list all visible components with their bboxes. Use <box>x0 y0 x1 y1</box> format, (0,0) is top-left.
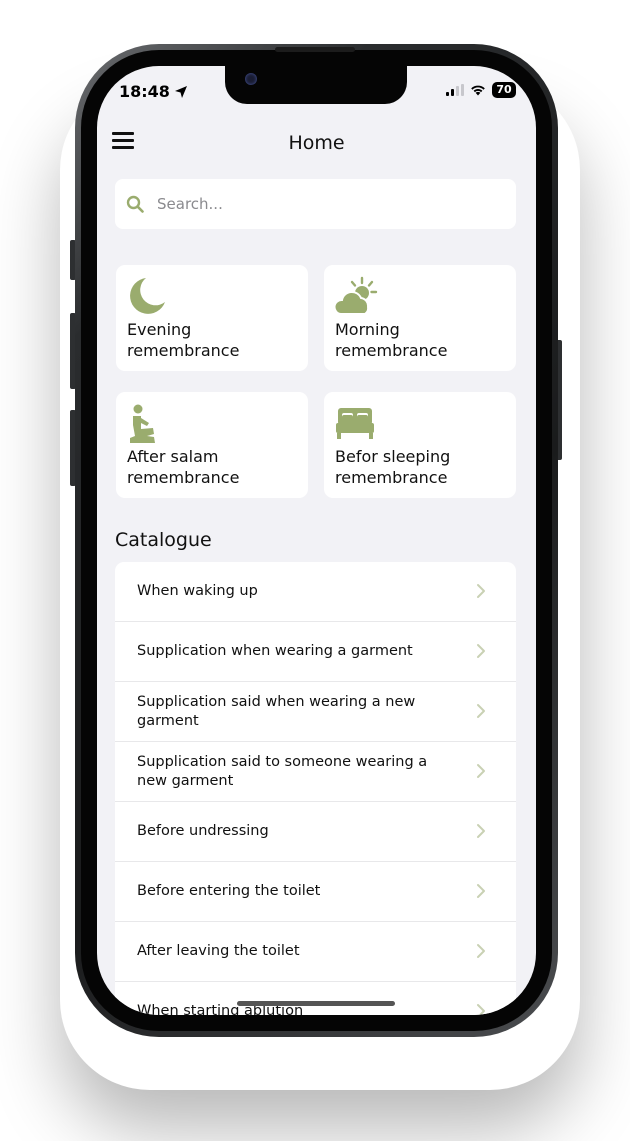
search-bar[interactable] <box>115 179 516 229</box>
list-item-label: Supplication when wearing a garment <box>137 643 413 659</box>
bed-icon <box>336 408 374 439</box>
list-item-label: Before entering the toilet <box>137 883 321 899</box>
card-after-salam-remembrance[interactable]: After salam remembrance <box>116 392 308 498</box>
card-label: Evening remembrance <box>127 320 240 360</box>
search-icon <box>126 195 144 213</box>
camera-icon <box>245 73 257 85</box>
chevron-right-icon <box>477 764 485 778</box>
card-evening-remembrance[interactable]: Evening remembrance <box>116 265 308 371</box>
status-time-label: 18:48 <box>119 82 170 101</box>
list-item[interactable]: When waking up <box>115 562 516 622</box>
wifi-icon <box>471 85 485 96</box>
list-item-label: After leaving the toilet <box>137 943 300 959</box>
list-item-label: When waking up <box>137 583 258 599</box>
chevron-right-icon <box>477 884 485 898</box>
list-item-label: Supplication said to someone wearing a n… <box>137 753 428 789</box>
list-item[interactable]: When starting ablution <box>115 982 516 1015</box>
list-item[interactable]: Supplication said when wearing a new gar… <box>115 682 516 742</box>
battery-icon: 70 <box>492 82 516 98</box>
search-input[interactable] <box>155 194 499 214</box>
screen: 18:48 70 Home Search... Evening remembra… <box>97 66 536 1015</box>
card-befor-sleeping-remembrance[interactable]: Befor sleeping remembrance <box>324 392 516 498</box>
card-morning-remembrance[interactable]: Morning remembrance <box>324 265 516 371</box>
chevron-right-icon <box>477 704 485 718</box>
chevron-right-icon <box>477 1004 485 1015</box>
list-item-label: Before undressing <box>137 823 269 839</box>
list-item[interactable]: After leaving the toilet <box>115 922 516 982</box>
chevron-right-icon <box>477 584 485 598</box>
card-label: After salam remembrance <box>127 447 240 487</box>
status-time: 18:48 <box>119 82 188 101</box>
list-item[interactable]: Before entering the toilet <box>115 862 516 922</box>
status-indicators: 70 <box>446 82 516 98</box>
page-title: Home <box>288 132 345 154</box>
card-label: Morning remembrance <box>335 320 448 360</box>
chevron-right-icon <box>477 824 485 838</box>
catalogue-list: When waking up Supplication when wearing… <box>115 562 516 1015</box>
list-item[interactable]: Supplication when wearing a garment <box>115 622 516 682</box>
location-arrow-icon <box>174 85 187 98</box>
card-label: Befor sleeping remembrance <box>335 447 451 487</box>
signal-icon <box>446 84 464 96</box>
speaker-grille <box>275 47 355 52</box>
chevron-right-icon <box>477 944 485 958</box>
chevron-right-icon <box>477 644 485 658</box>
list-item-label: Supplication said when wearing a new gar… <box>137 693 416 729</box>
sun-cloud-icon <box>335 276 378 315</box>
list-item[interactable]: Before undressing <box>115 802 516 862</box>
phone-frame: 18:48 70 Home Search... Evening remembra… <box>75 44 558 1037</box>
notch <box>225 66 407 104</box>
list-item[interactable]: Supplication said to someone wearing a n… <box>115 742 516 802</box>
home-indicator[interactable] <box>237 1001 395 1006</box>
catalogue-title: Catalogue <box>115 529 212 551</box>
praying-person-icon <box>130 404 155 443</box>
moon-icon <box>130 278 165 314</box>
